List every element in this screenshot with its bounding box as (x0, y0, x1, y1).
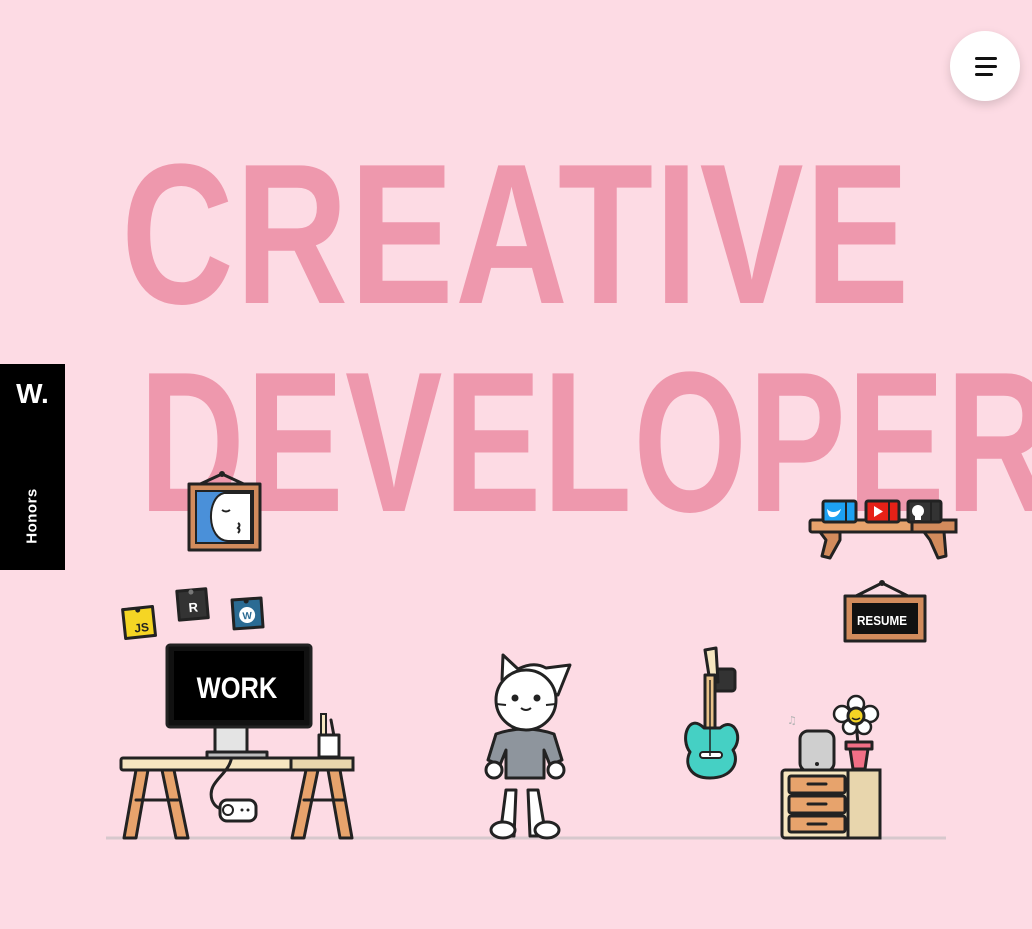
hamburger-menu-icon-bar (975, 73, 993, 76)
badge-logo: W. (16, 378, 49, 409)
portrait-frame[interactable] (187, 471, 262, 552)
hamburger-menu-icon-bar (975, 65, 997, 68)
landing-page: CREATIVE DEVELOPER JS R W WORK ♫ RESUME … (0, 0, 1032, 929)
cat-character[interactable] (484, 653, 572, 840)
desk (119, 756, 355, 840)
sticky-js-label: JS (134, 620, 150, 635)
r-sticky-icon[interactable]: R (175, 587, 210, 622)
music-note-icon: ♫ (787, 714, 797, 727)
youtube-icon[interactable] (864, 499, 901, 524)
twitter-icon[interactable] (821, 499, 858, 524)
flower-pot-icon (832, 694, 880, 771)
pencil-cup-icon (317, 713, 341, 759)
bass-guitar[interactable] (684, 646, 740, 780)
power-socket-icon (218, 798, 258, 823)
resume-label: RESUME (857, 613, 907, 628)
hamburger-menu-icon (975, 57, 997, 60)
hamburger-menu-button[interactable] (950, 31, 1020, 101)
badge-label: Honors (23, 488, 41, 544)
honors-badge[interactable]: W. Honors (0, 364, 65, 570)
wordpress-sticky-icon[interactable]: W (230, 596, 265, 631)
javascript-sticky-icon[interactable]: JS (121, 605, 157, 640)
monitor-work-label: WORK (197, 671, 278, 704)
drawer-cabinet (780, 768, 882, 840)
smart-speaker-icon[interactable] (798, 729, 836, 773)
room-illustration: JS R W WORK ♫ RESUME (106, 471, 958, 840)
work-monitor[interactable]: WORK (165, 643, 313, 760)
sticky-wp-label: W (242, 611, 253, 623)
wall-shelf (808, 518, 958, 560)
resume-sign[interactable]: RESUME (843, 580, 927, 643)
github-icon[interactable] (906, 499, 943, 524)
